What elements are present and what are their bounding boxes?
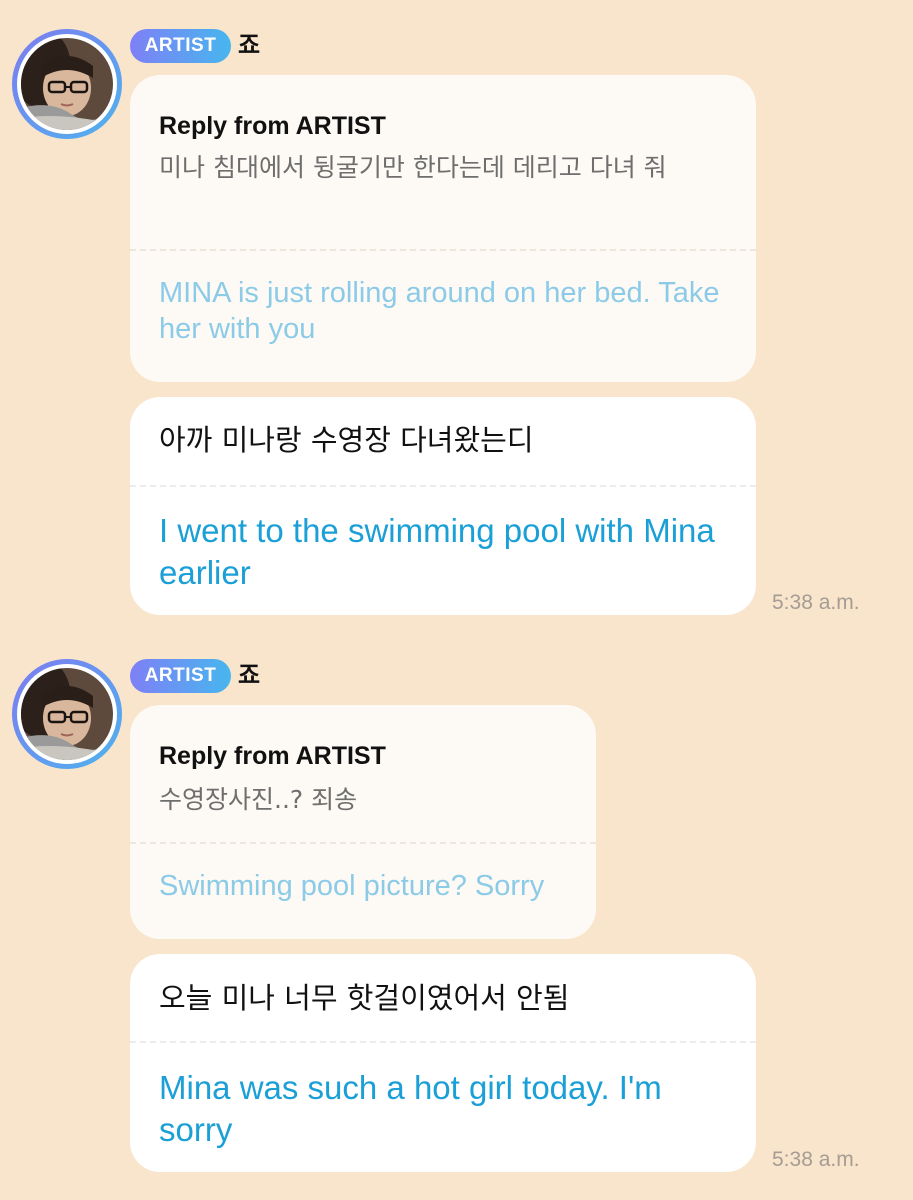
divider [130,249,756,251]
profile-photo [21,668,113,760]
message-timestamp: 5:38 a.m. [772,1148,860,1171]
reply-bubble[interactable]: Reply from ARTIST 미나 침대에서 뒹굴기만 한다는데 데리고 … [130,75,756,382]
divider [130,842,596,844]
reply-translation-text: MINA is just rolling around on her bed. … [159,277,720,345]
message-original-text: 아까 미나랑 수영장 다녀왔는디 [159,423,534,457]
reply-title: Reply from ARTIST [159,112,386,140]
message-original-text: 오늘 미나 너무 핫걸이였어서 안됨 [159,981,570,1015]
artist-name[interactable]: 죠 [238,660,260,690]
message-timestamp: 5:38 a.m. [772,591,860,614]
reply-title: Reply from ARTIST [159,742,386,770]
divider [130,485,756,487]
reply-original-text: 수영장사진..? 죄송 [159,785,358,814]
avatar[interactable] [12,659,122,769]
artist-badge: ARTIST [130,29,231,63]
profile-photo [21,38,113,130]
message-bubble[interactable]: 아까 미나랑 수영장 다녀왔는디 I went to the swimming … [130,397,756,615]
message-translation-text: I went to the swimming pool with Mina ea… [159,512,715,591]
artist-badge: ARTIST [130,659,231,693]
message-translation-text: Mina was such a hot girl today. I'm sorr… [159,1069,662,1148]
message-bubble[interactable]: 오늘 미나 너무 핫걸이였어서 안됨 Mina was such a hot g… [130,954,756,1172]
profile-photo-image [21,38,113,130]
avatar[interactable] [12,29,122,139]
divider [130,1041,756,1043]
reply-original-text: 미나 침대에서 뒹굴기만 한다는데 데리고 다녀 줘 [159,153,667,182]
artist-name[interactable]: 죠 [238,30,260,60]
profile-photo-image [21,668,113,760]
reply-bubble[interactable]: Reply from ARTIST 수영장사진..? 죄송 Swimming p… [130,705,596,939]
reply-translation-text: Swimming pool picture? Sorry [159,870,545,902]
